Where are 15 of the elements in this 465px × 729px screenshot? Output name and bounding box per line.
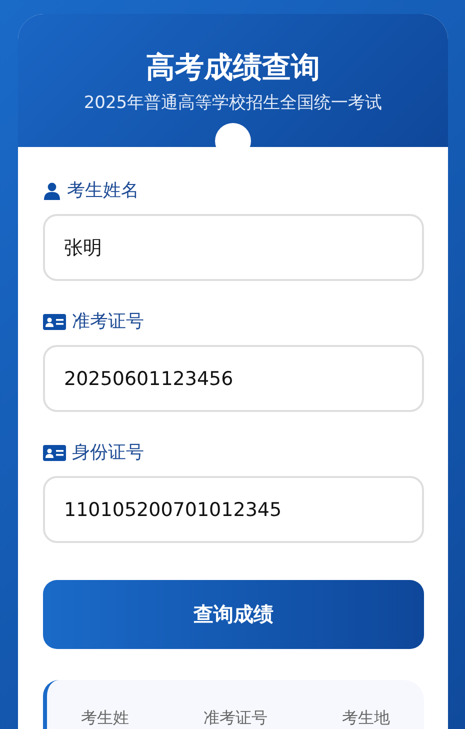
page-subtitle: 2025年普通高等学校招生全国统一考试 xyxy=(82,92,384,114)
id-card-icon xyxy=(43,445,66,461)
input-field[interactable]: 张明 xyxy=(43,214,424,281)
column-heading: 考生姓 xyxy=(81,707,129,729)
submit-button[interactable]: 查询成绩 xyxy=(43,580,424,649)
field-label: 考生姓名 xyxy=(67,179,139,203)
input-field[interactable]: 110105200701012345 xyxy=(43,476,424,543)
page-title: 高考成绩查询 xyxy=(145,49,321,86)
column-heading: 考生地 xyxy=(342,707,390,729)
input-field[interactable]: 20250601123456 xyxy=(43,345,424,412)
person-icon xyxy=(43,182,61,200)
column-heading: 准考证号 xyxy=(204,707,268,729)
id-card-icon xyxy=(43,314,66,330)
field-label: 准考证号 xyxy=(72,310,144,334)
field-label: 身份证号 xyxy=(72,441,144,465)
